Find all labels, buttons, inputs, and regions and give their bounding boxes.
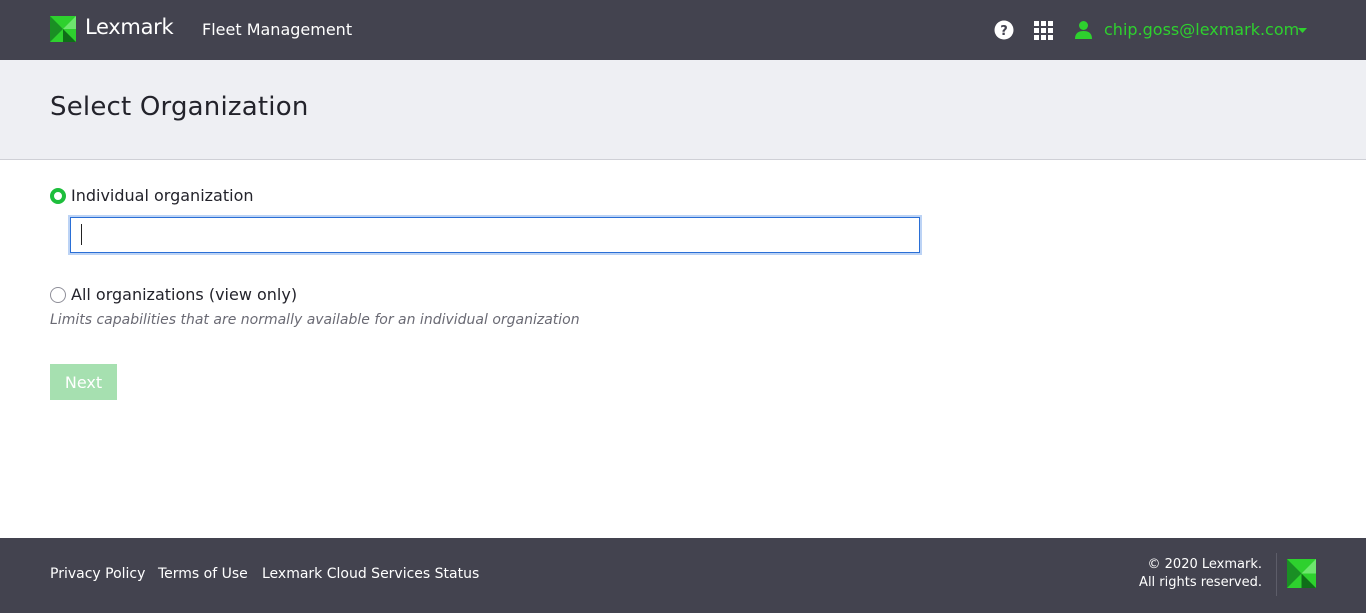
radio-individual-organization[interactable] — [50, 188, 66, 204]
top-header: Lexmark Fleet Management ? chip.goss@lex… — [0, 0, 1366, 60]
apps-grid-icon[interactable] — [1034, 21, 1053, 40]
caret-down-icon[interactable] — [1298, 28, 1307, 34]
copyright-line-1: © 2020 Lexmark. — [1147, 557, 1262, 572]
title-band: Select Organization — [0, 60, 1366, 160]
user-icon[interactable] — [1075, 21, 1092, 39]
lexmark-logo-icon[interactable] — [50, 16, 76, 42]
text-cursor — [81, 224, 82, 245]
product-name: Fleet Management — [202, 20, 353, 39]
page: Lexmark Fleet Management ? chip.goss@lex… — [0, 0, 1366, 613]
footer-divider — [1276, 553, 1277, 596]
radio-individual-organization-label[interactable]: Individual organization — [71, 186, 254, 205]
footer-link-privacy-policy[interactable]: Privacy Policy — [50, 566, 145, 582]
radio-all-organizations-label[interactable]: All organizations (view only) — [71, 285, 297, 304]
user-menu-email[interactable]: chip.goss@lexmark.com — [1104, 20, 1299, 39]
lexmark-footer-logo-icon — [1287, 559, 1316, 588]
footer-link-cloud-services-status[interactable]: Lexmark Cloud Services Status — [262, 566, 479, 582]
page-title: Select Organization — [50, 92, 309, 122]
copyright: © 2020 Lexmark. All rights reserved. — [1139, 556, 1262, 592]
copyright-line-2: All rights reserved. — [1139, 575, 1262, 590]
radio-all-organizations[interactable] — [50, 287, 66, 303]
footer-link-terms-of-use[interactable]: Terms of Use — [158, 566, 248, 582]
svg-text:?: ? — [1000, 24, 1008, 39]
all-organizations-hint: Limits capabilities that are normally av… — [50, 312, 580, 328]
help-icon[interactable]: ? — [994, 20, 1014, 40]
next-button[interactable]: Next — [50, 364, 117, 400]
organization-search-input[interactable] — [70, 217, 920, 253]
footer: Privacy Policy Terms of Use Lexmark Clou… — [0, 538, 1366, 613]
brand-name[interactable]: Lexmark — [85, 15, 174, 39]
